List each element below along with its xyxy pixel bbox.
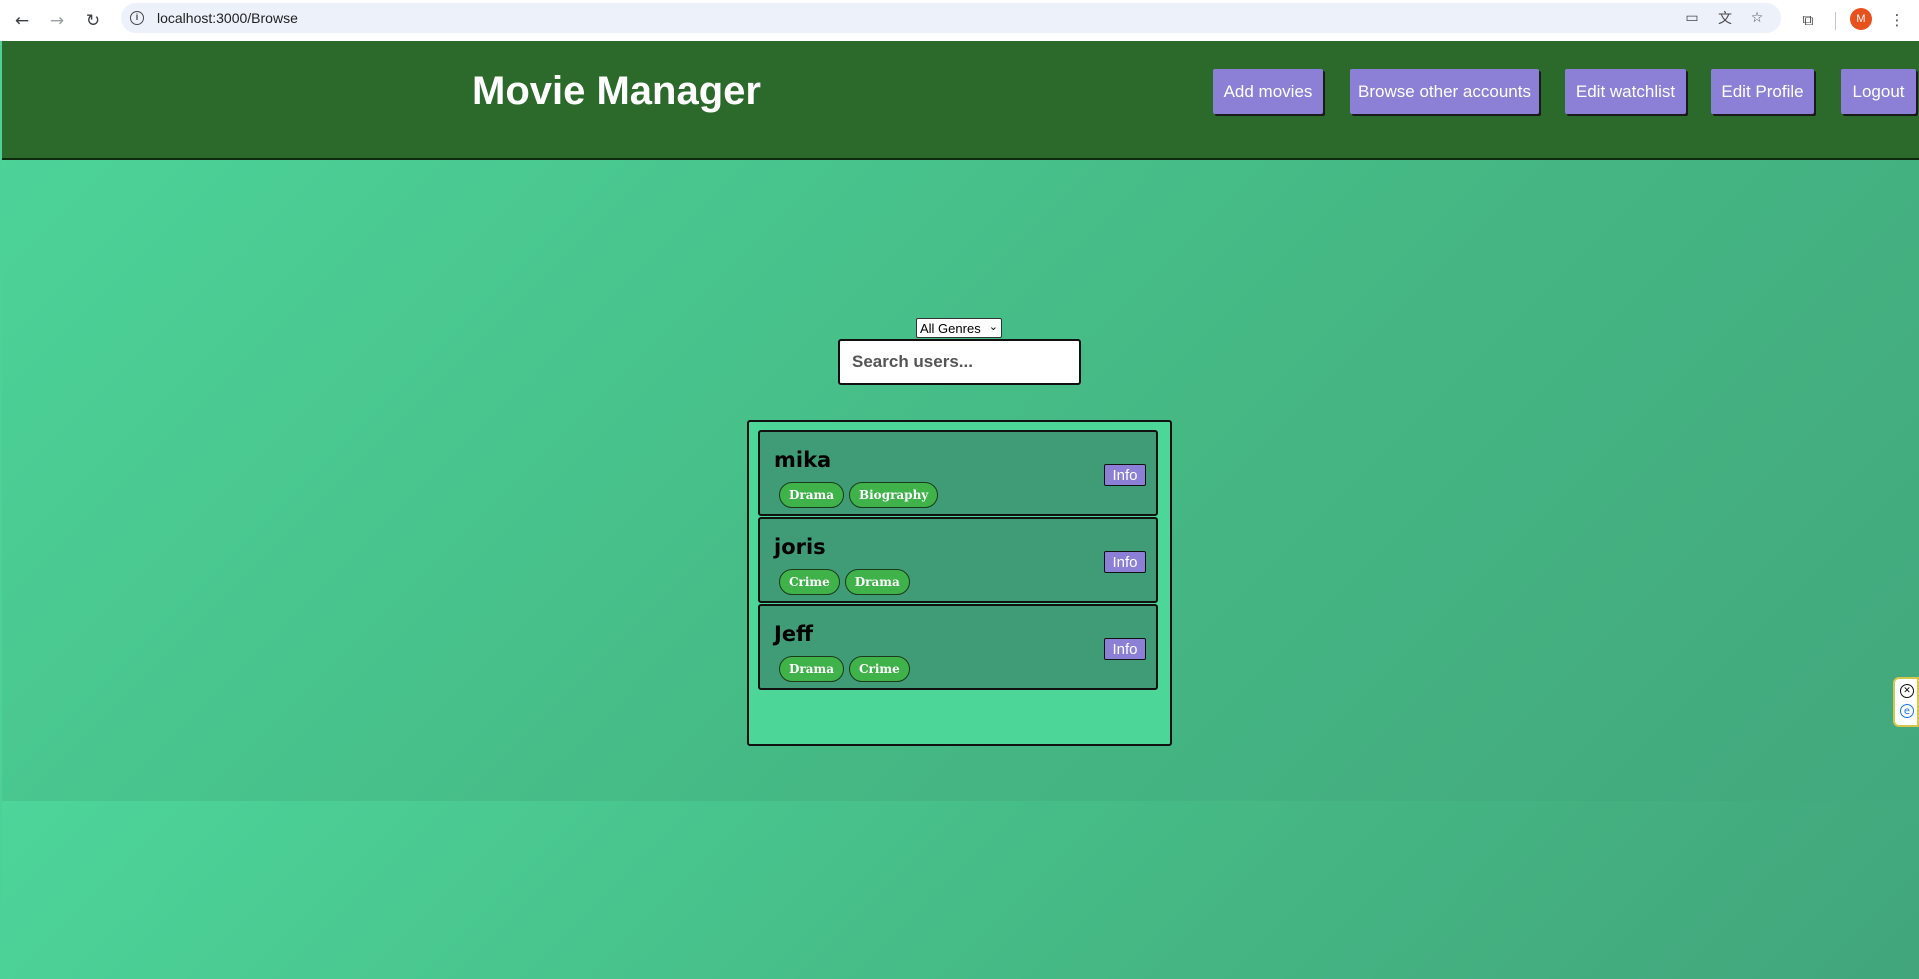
edit-watchlist-button[interactable]: Edit watchlist (1565, 69, 1686, 114)
extensions-icon[interactable]: ⧉ (1796, 8, 1820, 32)
search-placeholder: Search users... (852, 352, 973, 371)
info-button-mika[interactable]: Info (1104, 464, 1146, 486)
info-button-joris[interactable]: Info (1104, 551, 1146, 573)
genre-tags: Drama Crime (779, 656, 910, 682)
install-app-icon[interactable]: ▭ (1683, 9, 1701, 27)
extension-side-widget: ✕ e (1893, 677, 1919, 727)
genre-tag: Crime (848, 656, 910, 682)
genre-filter-value: All Genres (920, 320, 981, 336)
browser-toolbar: ← → ↻ i localhost:3000/Browse ▭ 文 ☆ ⧉ M … (0, 0, 1919, 41)
genre-tag: Drama (779, 482, 844, 508)
genre-tag: Crime (779, 569, 840, 595)
logout-button[interactable]: Logout (1841, 69, 1916, 114)
app-header: Movie Manager Add movies Browse other ac… (2, 41, 1919, 160)
genre-tags: Drama Biography (779, 482, 939, 508)
close-icon[interactable]: ✕ (1900, 684, 1914, 698)
info-button-jeff[interactable]: Info (1104, 638, 1146, 660)
genre-tag: Drama (844, 569, 910, 595)
url-text[interactable]: localhost:3000/Browse (157, 10, 298, 26)
genre-tag: Drama (779, 656, 844, 682)
user-name: Jeff (774, 622, 814, 646)
bookmark-star-icon[interactable]: ☆ (1748, 9, 1766, 27)
edit-profile-button[interactable]: Edit Profile (1711, 69, 1814, 114)
add-movies-button[interactable]: Add movies (1213, 69, 1323, 114)
page-background-lower (2, 801, 1919, 979)
user-card-mika: mika Drama Biography Info (758, 430, 1158, 516)
genre-tag: Biography (848, 482, 939, 508)
site-info-icon[interactable]: i (130, 11, 144, 25)
app-title: Movie Manager (472, 69, 761, 113)
browse-accounts-button[interactable]: Browse other accounts (1350, 69, 1539, 114)
address-bar[interactable]: i localhost:3000/Browse ▭ 文 ☆ (121, 3, 1781, 33)
search-users-input[interactable]: Search users... (838, 339, 1081, 385)
toolbar-divider (1835, 12, 1836, 30)
menu-icon[interactable]: ⋮ (1885, 8, 1909, 32)
extension-logo-icon[interactable]: e (1900, 704, 1914, 718)
forward-icon[interactable]: → (44, 8, 70, 34)
chevron-down-icon: ⌄ (988, 320, 998, 333)
user-name: joris (774, 535, 826, 559)
user-name: mika (774, 448, 832, 472)
genre-filter-select[interactable]: All Genres ⌄ (916, 318, 1002, 338)
reload-icon[interactable]: ↻ (80, 8, 106, 34)
user-card-joris: joris Crime Drama Info (758, 517, 1158, 603)
user-list: mika Drama Biography Info joris Crime Dr… (747, 420, 1172, 746)
profile-avatar[interactable]: M (1850, 8, 1872, 30)
translate-icon[interactable]: 文 (1716, 9, 1734, 27)
user-card-jeff: Jeff Drama Crime Info (758, 604, 1158, 690)
back-icon[interactable]: ← (9, 8, 35, 34)
genre-tags: Crime Drama (779, 569, 910, 595)
